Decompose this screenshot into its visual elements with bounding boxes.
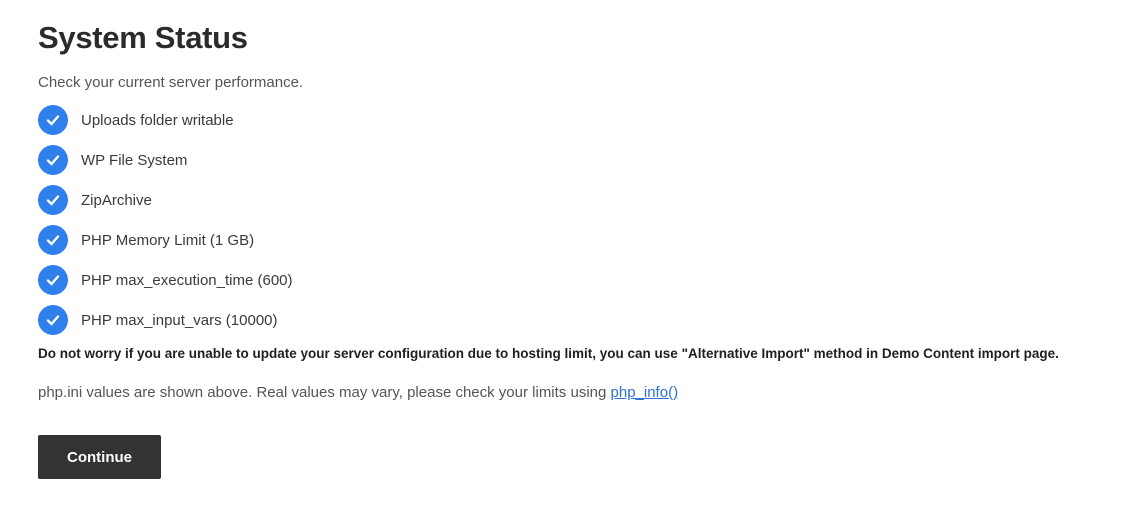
continue-button[interactable]: Continue (38, 435, 161, 479)
status-check-item: ZipArchive (38, 185, 1145, 215)
status-check-label: WP File System (81, 151, 188, 169)
check-icon (38, 225, 68, 255)
hosting-limit-notice: Do not worry if you are unable to update… (38, 346, 1059, 361)
check-icon (38, 105, 68, 135)
status-check-item: WP File System (38, 145, 1145, 175)
status-check-item: Uploads folder writable (38, 105, 1145, 135)
php-info-link[interactable]: php_info() (611, 384, 679, 401)
check-icon (38, 305, 68, 335)
page-title: System Status (38, 20, 248, 55)
system-status-panel: System Status Check your current server … (0, 0, 1145, 509)
status-check-list: Uploads folder writable WP File System Z… (38, 105, 1145, 335)
page-subtitle: Check your current server performance. (38, 74, 304, 91)
status-check-item: PHP max_input_vars (10000) (38, 305, 1145, 335)
status-check-item: PHP max_execution_time (600) (38, 265, 1145, 295)
check-icon (38, 145, 68, 175)
check-icon (38, 185, 68, 215)
status-check-label: PHP Memory Limit (1 GB) (81, 231, 255, 249)
status-check-label: PHP max_input_vars (10000) (81, 311, 278, 329)
phpini-note-text: php.ini values are shown above. Real val… (38, 384, 611, 401)
phpini-note: php.ini values are shown above. Real val… (38, 383, 1145, 403)
check-icon (38, 265, 68, 295)
status-check-label: ZipArchive (81, 191, 152, 209)
status-check-label: Uploads folder writable (81, 111, 234, 129)
status-check-item: PHP Memory Limit (1 GB) (38, 225, 1145, 255)
status-check-label: PHP max_execution_time (600) (81, 271, 293, 289)
